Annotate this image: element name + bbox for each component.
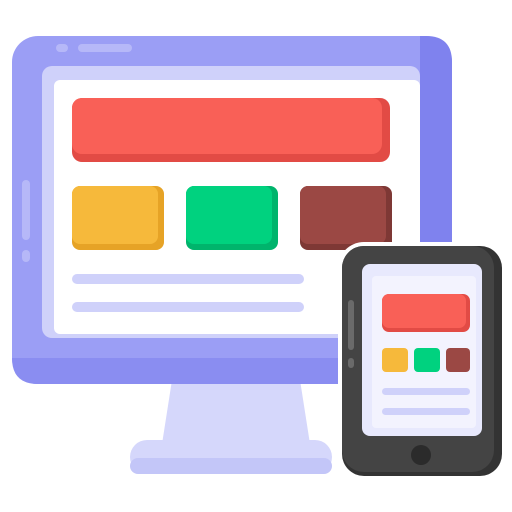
- monitor-side-highlight-dot: [22, 250, 30, 262]
- monitor-side-highlight: [22, 180, 30, 240]
- phone-block-brown: [446, 348, 470, 372]
- phone-side-highlight-dot: [348, 358, 354, 368]
- responsive-design-illustration: [0, 0, 512, 512]
- phone-text-line: [382, 388, 470, 395]
- monitor-block-brown-face: [300, 186, 386, 244]
- monitor-stand-base-shade: [130, 458, 332, 474]
- monitor-block-yellow-face: [72, 186, 158, 244]
- monitor-block-green-face: [186, 186, 272, 244]
- monitor-highlight-bar: [78, 44, 132, 52]
- phone-side-highlight: [348, 300, 354, 350]
- monitor-stand-neck: [162, 380, 310, 444]
- monitor-text-line: [72, 274, 304, 284]
- phone-block-green: [414, 348, 440, 372]
- phone: [338, 242, 502, 478]
- phone-text-line: [382, 408, 470, 415]
- phone-banner-face: [382, 294, 466, 328]
- phone-home-button: [411, 445, 431, 465]
- monitor-text-line: [72, 302, 304, 312]
- monitor-highlight-dot: [56, 44, 68, 52]
- illustration-canvas: [12, 36, 502, 478]
- monitor-banner-face: [72, 98, 382, 154]
- phone-block-yellow: [382, 348, 408, 372]
